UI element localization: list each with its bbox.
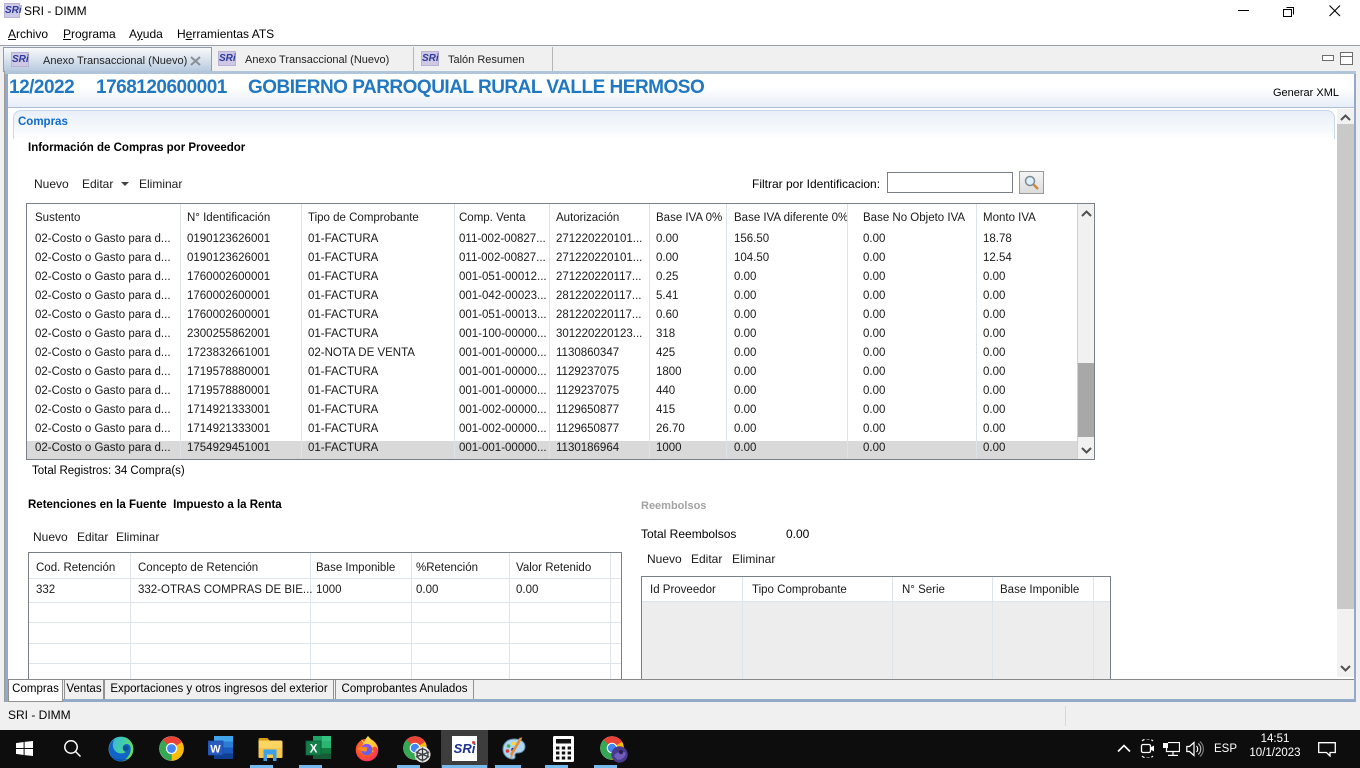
svg-text:W: W <box>210 744 221 756</box>
svg-text:X: X <box>310 744 318 756</box>
